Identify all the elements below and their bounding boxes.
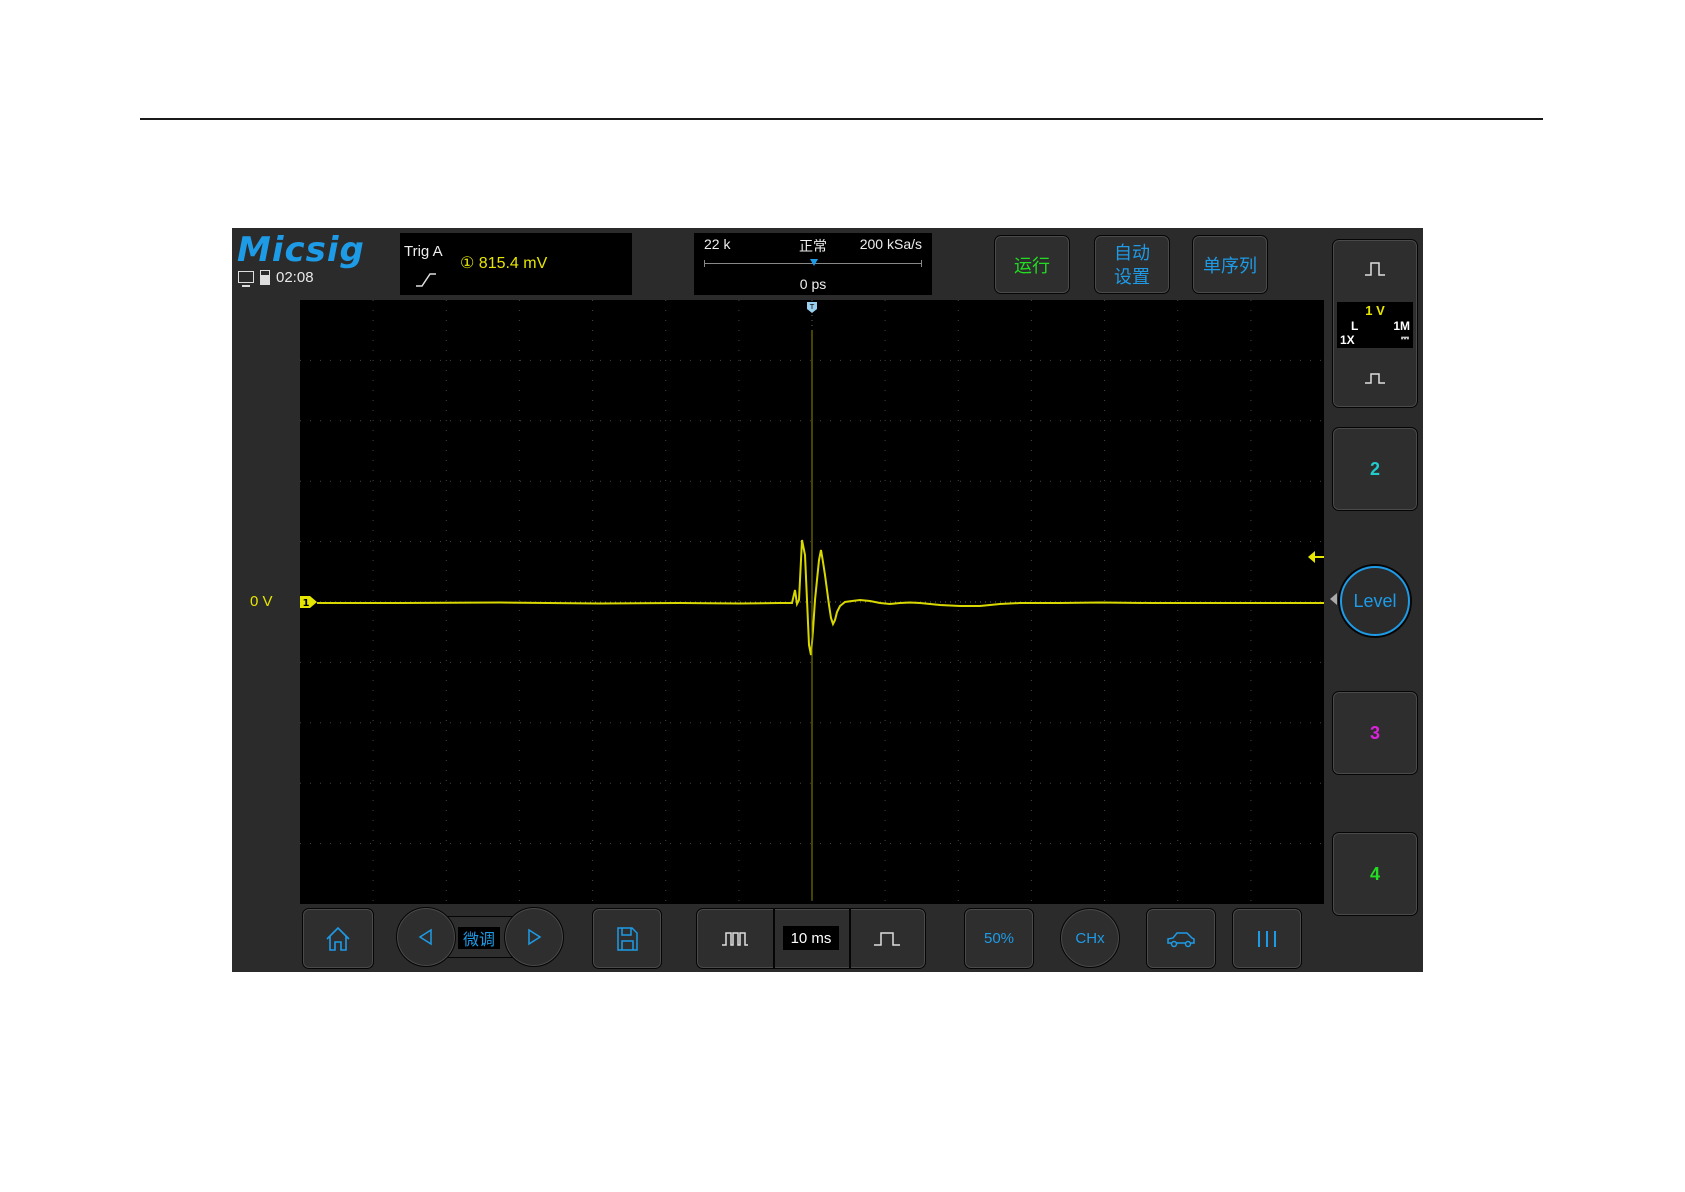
timebase-control: 10 ms	[696, 908, 926, 969]
timebase-increase-button[interactable]	[849, 909, 925, 968]
ch3-button[interactable]: 3	[1332, 691, 1418, 775]
fine-adjust-left-button[interactable]	[396, 907, 456, 967]
horizontal-position: 0 ps	[799, 276, 827, 292]
single-sequence-button[interactable]: 单序列	[1192, 235, 1268, 294]
triangle-right-icon	[528, 928, 542, 946]
auto-setup-line2: 设置	[1114, 266, 1150, 287]
battery-icon	[260, 269, 270, 285]
auto-setup-button[interactable]: 自动 设置	[1094, 235, 1170, 294]
status-bar: 02:08	[238, 268, 314, 287]
trigger-position-marker[interactable]: T	[807, 302, 817, 313]
ch1-control-button[interactable]: 1 V L 1M 1X ⎓	[1332, 239, 1418, 408]
save-button[interactable]	[592, 908, 662, 969]
timebase-decrease-button[interactable]	[697, 909, 773, 968]
rising-edge-icon	[416, 273, 436, 287]
micsig-logo: Micsig	[237, 230, 365, 270]
car-mode-button[interactable]	[1146, 908, 1216, 969]
clock-time: 02:08	[276, 268, 314, 286]
monitor-icon	[238, 271, 254, 287]
vertical-bars-icon	[1258, 930, 1276, 947]
single-pulse-icon	[874, 931, 900, 946]
ch1-zero-level-label: 0 V	[250, 593, 273, 610]
horizontal-info-panel[interactable]: 22 k 正常 200 kSa/s 0 ps	[694, 233, 932, 295]
ch1-dc-coupling-icon: ⎓	[1401, 333, 1409, 344]
level-pointer-icon	[1330, 593, 1337, 605]
trigger-level-knob[interactable]: Level	[1340, 566, 1410, 636]
car-icon	[1167, 931, 1195, 947]
sample-rate: 200 kSa/s	[859, 236, 922, 252]
ch1-ground-marker[interactable]: 1	[300, 596, 317, 609]
triangle-left-icon	[418, 928, 432, 946]
fifty-percent-button[interactable]: 50%	[964, 908, 1034, 969]
ch2-button[interactable]: 2	[1332, 427, 1418, 511]
run-button[interactable]: 运行	[994, 235, 1070, 294]
trigger-pos-letter: T	[809, 303, 815, 311]
ch1-probe-ratio: 1X	[1340, 333, 1355, 347]
ch1-volts-per-div: 1 V	[1365, 303, 1385, 318]
trigger-label: Trig A	[404, 243, 443, 260]
menu-button[interactable]	[1232, 908, 1302, 969]
ch4-button[interactable]: 4	[1332, 832, 1418, 916]
square-wave-up-icon	[1365, 262, 1385, 276]
trigger-info-panel[interactable]: Trig A ① 815.4 mV	[400, 233, 632, 295]
fine-adjust-label[interactable]: 微调	[458, 927, 500, 949]
trigger-level-value: ① 815.4 mV	[460, 255, 548, 272]
timebase-value[interactable]: 10 ms	[783, 926, 839, 950]
home-button[interactable]	[302, 908, 374, 969]
ch1-scale-panel[interactable]: 1 V L 1M 1X ⎓	[1337, 302, 1413, 348]
top-divider-line	[140, 118, 1543, 120]
home-icon	[326, 926, 350, 951]
ch1-bandwidth-limit: L	[1351, 319, 1359, 333]
fine-adjust-right-button[interactable]	[504, 907, 564, 967]
memory-position-marker	[810, 259, 818, 266]
waveform-grid[interactable]: T 1	[300, 300, 1324, 904]
square-wave-down-icon	[1365, 373, 1385, 384]
wide-pulse-icon	[722, 931, 748, 946]
ch1-impedance: 1M	[1393, 319, 1410, 333]
chx-button[interactable]: CHx	[1060, 908, 1120, 968]
oscilloscope-screen: Micsig 02:08 Trig A ① 815.4 mV 22 k 正常 2…	[232, 228, 1423, 972]
save-file-icon	[617, 926, 638, 951]
ch1-ground-label: 1	[303, 598, 310, 609]
ch1-waveform-trace	[317, 539, 1324, 656]
auto-setup-line1: 自动	[1114, 242, 1150, 263]
timebase-separator-left	[773, 909, 775, 968]
trigger-level-arrow[interactable]	[1308, 551, 1324, 563]
